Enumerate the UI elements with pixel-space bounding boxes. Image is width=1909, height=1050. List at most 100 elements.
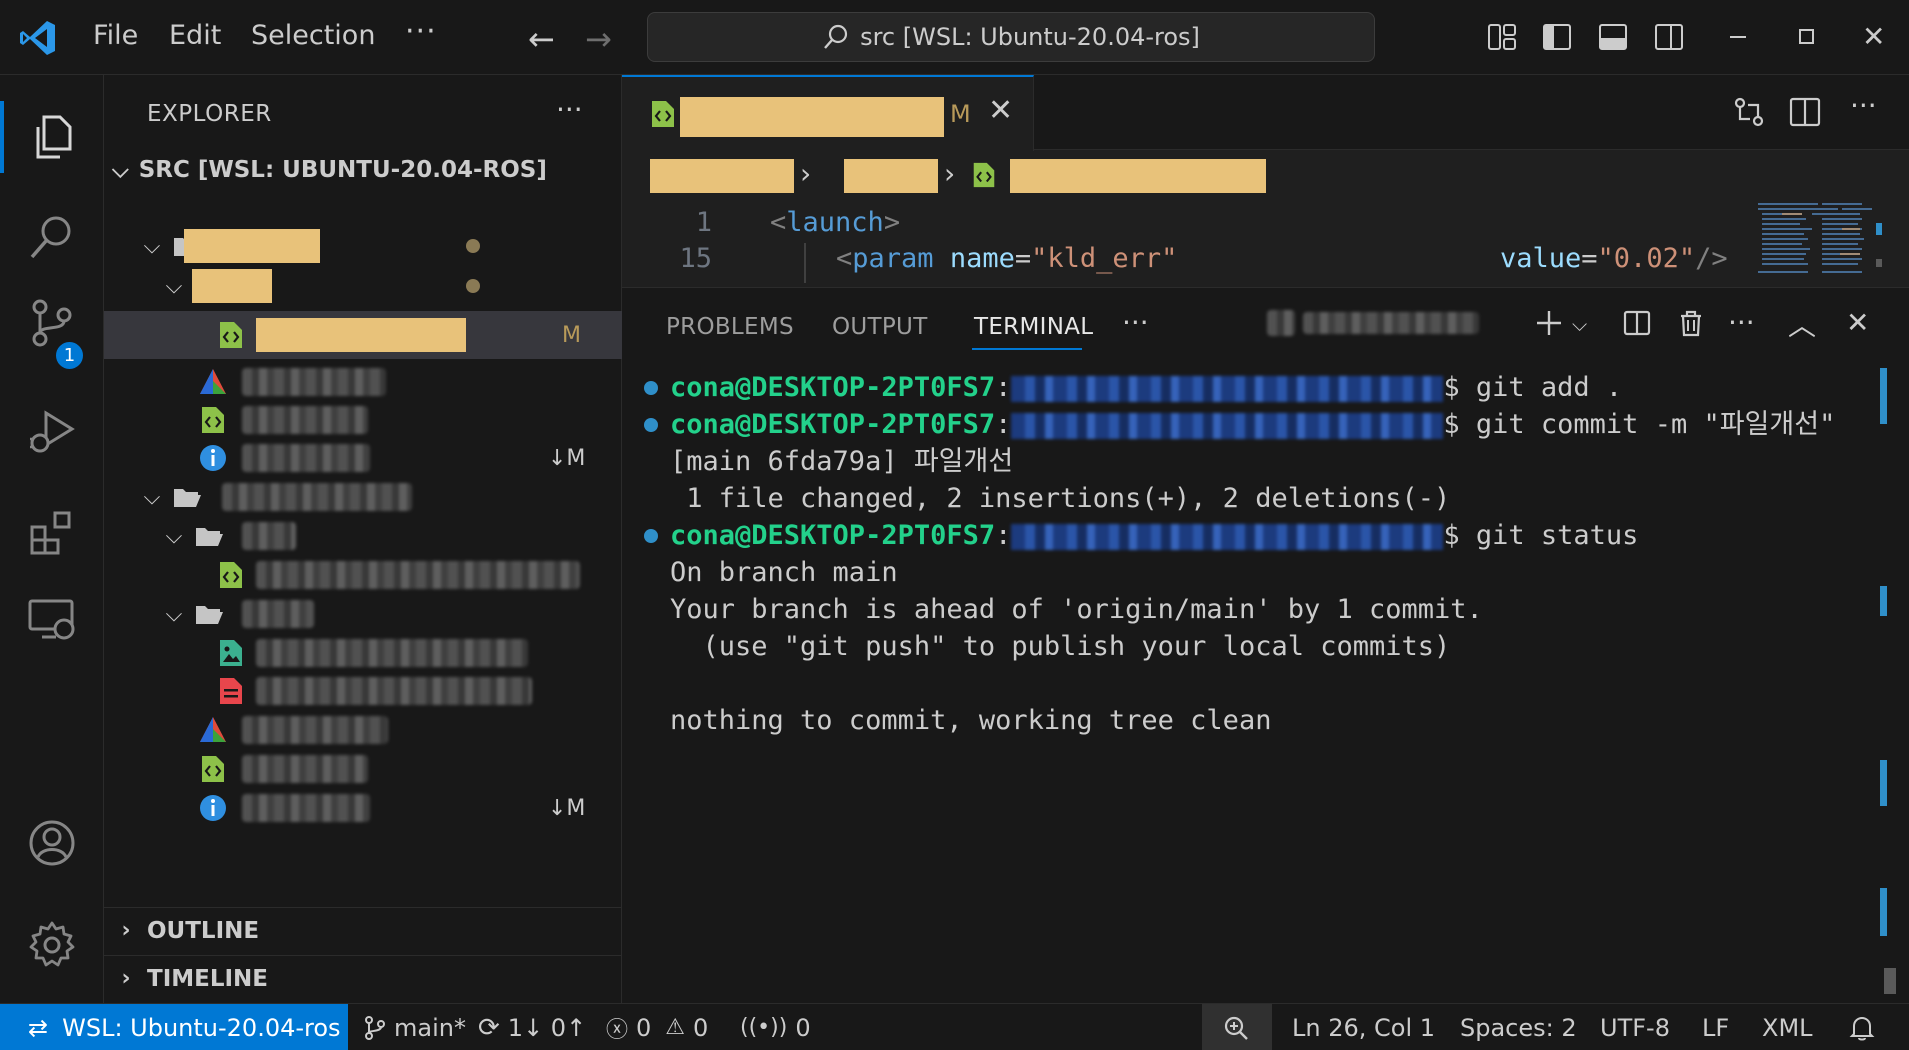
chevron-down-icon: ⌵	[143, 233, 161, 259]
back-arrow-icon[interactable]: ←	[528, 20, 555, 58]
scrollbar-marker	[1880, 760, 1887, 806]
breadcrumb-segment-redacted[interactable]	[1010, 159, 1266, 193]
panel-more-tabs-button[interactable]: ···	[1122, 306, 1149, 339]
blurred-file-name	[242, 755, 368, 783]
menu-edit[interactable]: Edit	[169, 20, 221, 51]
chevron-down-icon: ⌵	[165, 523, 183, 549]
menu-selection[interactable]: Selection	[251, 20, 375, 51]
account-icon[interactable]	[26, 817, 78, 869]
run-debug-icon[interactable]	[26, 405, 78, 457]
sync-label: 1↓ 0↑	[507, 1013, 587, 1042]
terminal[interactable]: cona@DESKTOP-2PT0FS7: $ git add . cona@DE…	[622, 368, 1909, 988]
tree-file-row[interactable]: ↓M	[104, 784, 622, 832]
explorer-icon[interactable]	[26, 111, 78, 163]
source-control-badge: 1	[53, 339, 86, 372]
toggle-primary-sidebar-icon[interactable]	[1542, 22, 1572, 52]
tree-file-row-selected[interactable]: M	[104, 311, 622, 359]
timeline-section-header[interactable]: › TIMELINE	[104, 955, 622, 1001]
editor-tab-active[interactable]: M ✕	[622, 75, 1034, 151]
editor-more-actions-button[interactable]: ···	[1850, 89, 1877, 122]
redacted-folder-name	[184, 229, 320, 263]
blurred-file-name	[242, 406, 368, 434]
cursor-position[interactable]: Ln 26, Col 1	[1292, 1004, 1435, 1050]
search-icon[interactable]	[26, 211, 78, 263]
blurred-file-name	[242, 368, 386, 396]
blurred-terminal-name	[1303, 312, 1479, 334]
problems-indicator[interactable]: ⓧ 0 ⚠ 0	[606, 1004, 708, 1050]
vscode-logo-icon[interactable]	[18, 18, 58, 58]
end-of-line[interactable]: LF	[1702, 1004, 1729, 1050]
settings-gear-icon[interactable]	[26, 919, 78, 971]
terminal-line: cona@DESKTOP-2PT0FS7: $ git add .	[670, 372, 1623, 403]
zoom-indicator[interactable]	[1202, 1004, 1272, 1050]
active-tab-underline	[972, 348, 1082, 350]
error-count: 0	[636, 1013, 652, 1042]
new-terminal-icon[interactable]	[1534, 308, 1564, 338]
minimap[interactable]	[1752, 199, 1892, 287]
tab-output[interactable]: OUTPUT	[832, 314, 928, 340]
trash-icon[interactable]	[1676, 308, 1706, 338]
sync-indicator[interactable]: ⟳ 1↓ 0↑	[478, 1004, 586, 1050]
remote-indicator[interactable]: ⇄ WSL: Ubuntu-20.04-ros	[0, 1004, 348, 1050]
tab-terminal[interactable]: TERMINAL	[974, 314, 1093, 340]
sidebar-more-actions-button[interactable]: ···	[556, 93, 583, 126]
close-panel-icon[interactable]: ✕	[1846, 306, 1869, 339]
toggle-panel-icon[interactable]	[1598, 22, 1628, 52]
zoom-in-icon	[1224, 1016, 1248, 1040]
maximize-window-button[interactable]	[1799, 29, 1814, 44]
chevron-right-icon: ›	[121, 966, 131, 991]
tab-close-icon[interactable]: ✕	[988, 93, 1013, 128]
explorer-sidebar: EXPLORER ··· ⌵ SRC [WSL: UBUNTU-20.04-RO…	[104, 75, 622, 1003]
xml-file-icon	[652, 101, 674, 127]
blurred-path	[1011, 375, 1444, 402]
cmake-file-icon	[200, 717, 226, 742]
tab-problems[interactable]: PROBLEMS	[666, 314, 794, 340]
command-success-dot	[644, 529, 658, 543]
menu-file[interactable]: File	[93, 20, 138, 51]
remote-explorer-icon[interactable]	[26, 593, 78, 645]
close-window-button[interactable]: ✕	[1862, 20, 1885, 53]
branch-indicator[interactable]: main*	[364, 1004, 466, 1050]
broadcast-icon: ((•))	[740, 1015, 788, 1040]
ports-indicator[interactable]: ((•)) 0	[740, 1004, 811, 1050]
chevron-right-icon: ›	[944, 157, 956, 190]
blurred-file-name	[256, 639, 528, 667]
extensions-icon[interactable]	[26, 507, 78, 559]
indent-guide	[804, 243, 806, 283]
breadcrumb-segment-redacted[interactable]	[844, 159, 938, 193]
terminal-more-actions-button[interactable]: ···	[1728, 306, 1755, 339]
xml-file-icon	[202, 407, 224, 433]
scrollbar-marker	[1880, 368, 1887, 424]
command-center-search[interactable]: src [WSL: Ubuntu-20.04-ros]	[647, 12, 1375, 62]
outline-label: OUTLINE	[147, 917, 260, 944]
code-line: <launch>	[770, 207, 901, 238]
indentation[interactable]: Spaces: 2	[1460, 1004, 1577, 1050]
terminal-line: cona@DESKTOP-2PT0FS7: $ git status	[670, 520, 1639, 551]
encoding[interactable]: UTF-8	[1600, 1004, 1670, 1050]
open-changes-icon[interactable]	[1732, 95, 1766, 129]
notifications-bell-icon[interactable]	[1848, 1014, 1876, 1042]
code-editor[interactable]: 1 <launch> 15 <param name="kld_err" valu…	[622, 199, 1742, 367]
minimize-window-button[interactable]	[1730, 36, 1746, 38]
terminal-scrollbar-thumb[interactable]	[1884, 968, 1896, 994]
terminal-instance-selector[interactable]	[1267, 308, 1482, 338]
forward-arrow-icon[interactable]: →	[585, 20, 612, 58]
chevron-down-icon[interactable]: ⌵	[1572, 312, 1587, 336]
image-file-icon	[220, 640, 242, 666]
tree-folder-row[interactable]: ⌵	[104, 262, 622, 310]
outline-section-header[interactable]: › OUTLINE	[104, 907, 622, 953]
language-mode[interactable]: XML	[1762, 1004, 1813, 1050]
maximize-panel-icon[interactable]: ︿	[1788, 304, 1816, 344]
command-success-dot	[644, 418, 658, 432]
menu-more-button[interactable]: ···	[405, 14, 437, 49]
split-terminal-icon[interactable]	[1622, 308, 1652, 338]
split-editor-icon[interactable]	[1788, 95, 1822, 129]
line-number: 1	[695, 207, 712, 238]
remote-label: WSL: Ubuntu-20.04-ros	[62, 1013, 341, 1042]
breadcrumb-segment-redacted[interactable]	[650, 159, 794, 193]
toggle-secondary-sidebar-icon[interactable]	[1654, 22, 1684, 52]
workspace-root-folder[interactable]: ⌵ SRC [WSL: UBUNTU-20.04-ROS]	[112, 157, 547, 183]
terminal-line: cona@DESKTOP-2PT0FS7: $ git commit -m "파일…	[670, 409, 1836, 440]
customize-layout-icon[interactable]	[1487, 22, 1517, 52]
terminal-line: Your branch is ahead of 'origin/main' by…	[670, 594, 1483, 625]
